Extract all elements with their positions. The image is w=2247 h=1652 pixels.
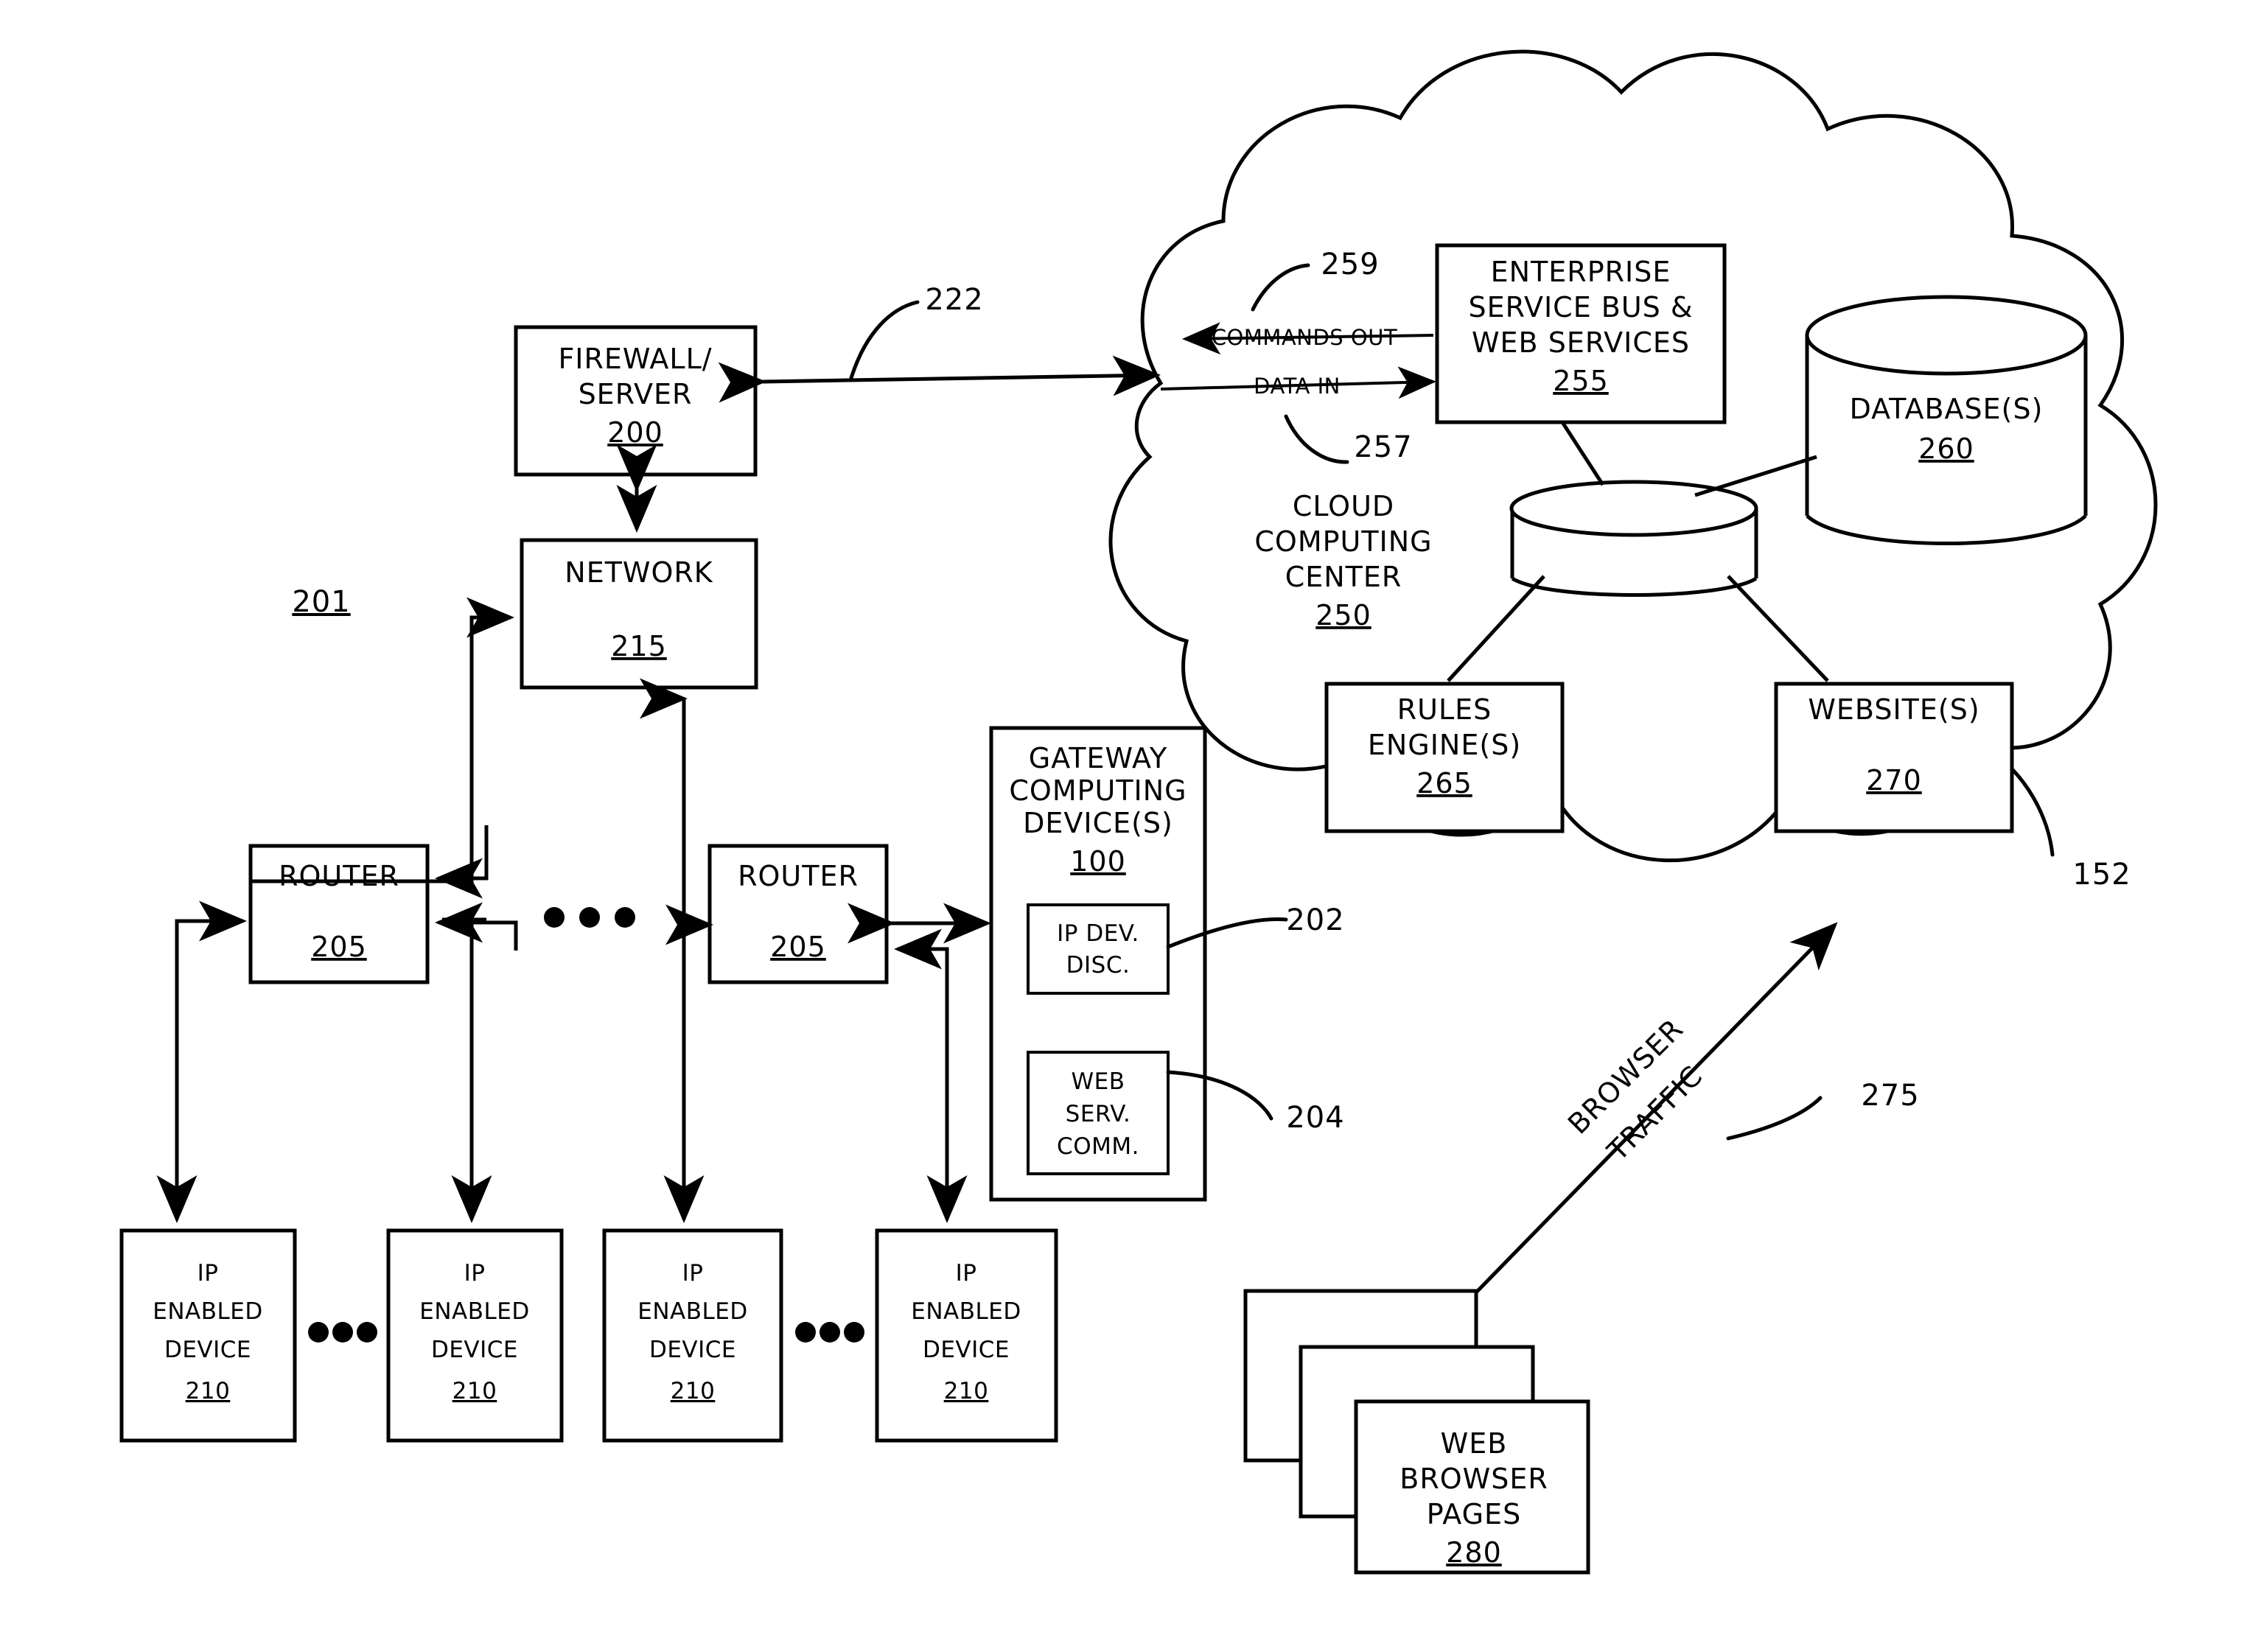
- ip-dev-disc-line1: IP DEV.: [1057, 920, 1139, 947]
- web-browser-pages-line3: PAGES: [1427, 1498, 1521, 1530]
- router-left-label: ROUTER: [279, 860, 399, 892]
- gateway-label-line1: GATEWAY: [1029, 742, 1167, 774]
- firewall-link-ref: 222: [925, 283, 983, 317]
- firewall-label-line2: SERVER: [579, 378, 693, 410]
- cloud-label-line2: COMPUTING: [1254, 525, 1432, 558]
- network-label: NETWORK: [565, 556, 713, 589]
- commands-out-ref: 259: [1321, 248, 1379, 281]
- gateway-ref: 100: [1070, 845, 1126, 878]
- patent-figure-canvas: FIREWALL/ SERVER 200 NETWORK 215 201 ROU…: [0, 0, 2247, 1652]
- network-ref: 215: [611, 630, 667, 662]
- esb-label-line3: WEB SERVICES: [1472, 326, 1690, 359]
- local-network-ref: 201: [292, 585, 350, 619]
- ip-device-3-line2: ENABLED: [637, 1298, 747, 1325]
- cloud-boundary-ref: 152: [2072, 858, 2131, 892]
- ip-device-2-line2: ENABLED: [419, 1298, 529, 1325]
- router-right-ref: 205: [770, 931, 826, 963]
- database-label: DATABASE(S): [1850, 393, 2044, 425]
- diagram-text-layer: FIREWALL/ SERVER 200 NETWORK 215 201 ROU…: [153, 248, 2131, 1569]
- esb-ref: 255: [1553, 365, 1609, 397]
- web-serv-comm-line1: WEB: [1071, 1068, 1125, 1095]
- ip-dev-disc-ref: 202: [1286, 903, 1344, 937]
- database-ref: 260: [1918, 433, 1974, 465]
- ip-device-3-line1: IP: [682, 1260, 704, 1287]
- ip-device-1-line2: ENABLED: [153, 1298, 262, 1325]
- ip-dev-disc-line2: DISC.: [1066, 952, 1131, 979]
- ip-device-4-ref: 210: [944, 1378, 989, 1404]
- esb-label-line2: SERVICE BUS &: [1469, 291, 1694, 323]
- web-browser-pages-line2: BROWSER: [1399, 1463, 1548, 1495]
- esb-label-line1: ENTERPRISE: [1491, 256, 1671, 288]
- gateway-label-line3: DEVICE(S): [1023, 807, 1173, 839]
- websites-label: WEBSITE(S): [1808, 693, 1979, 726]
- ip-device-2-ref: 210: [452, 1378, 497, 1404]
- rules-engine-line1: RULES: [1397, 693, 1492, 726]
- ip-device-4-line2: ENABLED: [911, 1298, 1021, 1325]
- ip-device-3-ref: 210: [671, 1378, 716, 1404]
- router-left-ref: 205: [311, 931, 367, 963]
- firewall-ref: 200: [607, 416, 663, 449]
- ip-device-3-line3: DEVICE: [649, 1337, 736, 1363]
- web-browser-pages-ref: 280: [1446, 1536, 1502, 1569]
- ip-device-1-line3: DEVICE: [164, 1337, 251, 1363]
- commands-out-label: COMMANDS OUT: [1212, 325, 1397, 350]
- ip-device-1-line1: IP: [198, 1260, 219, 1287]
- router-right-label: ROUTER: [738, 860, 859, 892]
- ip-device-1-ref: 210: [186, 1378, 231, 1404]
- ip-device-4-line3: DEVICE: [923, 1337, 1010, 1363]
- ip-device-2-line1: IP: [464, 1260, 486, 1287]
- web-browser-pages-line1: WEB: [1441, 1427, 1508, 1460]
- firewall-label-line1: FIREWALL/: [558, 343, 712, 375]
- cloud-ref: 250: [1315, 599, 1371, 631]
- data-in-ref: 257: [1354, 430, 1412, 464]
- ip-device-2-line3: DEVICE: [431, 1337, 518, 1363]
- web-serv-comm-line2: SERV.: [1066, 1101, 1131, 1127]
- web-serv-comm-ref: 204: [1286, 1101, 1344, 1135]
- cloud-label-line3: CENTER: [1285, 561, 1402, 593]
- rules-engine-ref: 265: [1416, 767, 1472, 799]
- ip-device-4-line1: IP: [956, 1260, 977, 1287]
- web-serv-comm-line3: COMM.: [1057, 1133, 1139, 1160]
- browser-traffic-ref: 275: [1861, 1079, 1919, 1113]
- rules-engine-line2: ENGINE(S): [1368, 729, 1521, 761]
- websites-ref: 270: [1866, 764, 1922, 797]
- cloud-label-line1: CLOUD: [1293, 490, 1394, 522]
- data-in-label: DATA IN: [1254, 374, 1341, 399]
- gateway-label-line2: COMPUTING: [1009, 774, 1187, 807]
